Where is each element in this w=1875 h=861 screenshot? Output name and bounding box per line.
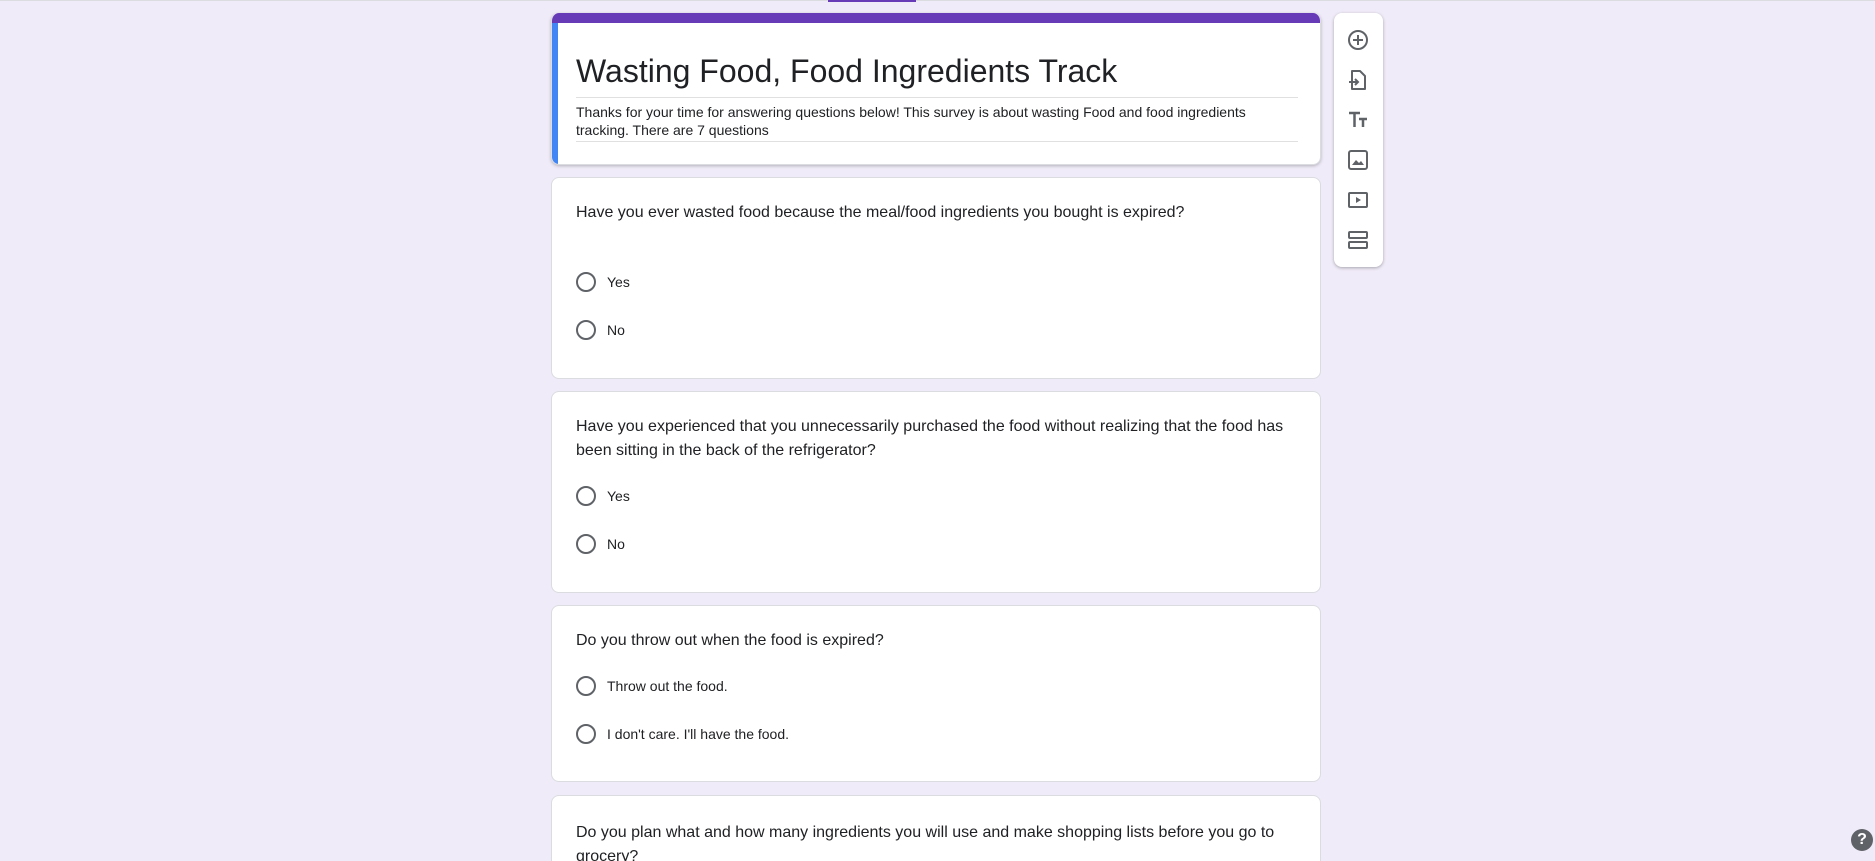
header-focus-bar [552, 23, 558, 164]
option-label: I don't care. I'll have the food. [607, 726, 790, 742]
radio-option[interactable]: Yes [576, 485, 630, 507]
radio-option[interactable]: Yes [576, 271, 630, 293]
radio-button[interactable] [576, 724, 596, 744]
add-section-icon[interactable] [1346, 228, 1370, 252]
top-divider [0, 0, 1875, 1]
question-title: Do you plan what and how many ingredient… [576, 824, 1275, 861]
radio-button[interactable] [576, 534, 596, 554]
option-label: No [607, 322, 625, 338]
floating-toolbar [1334, 13, 1383, 267]
question-card[interactable]: Do you plan what and how many ingredient… [551, 795, 1321, 861]
form-header-card[interactable]: Wasting Food, Food Ingredients Track Tha… [551, 13, 1321, 165]
form-description[interactable]: Thanks for your time for answering quest… [576, 103, 1298, 142]
option-label: Yes [607, 488, 630, 504]
active-tab-indicator [828, 0, 916, 2]
form-title[interactable]: Wasting Food, Food Ingredients Track [576, 49, 1298, 98]
radio-button[interactable] [576, 272, 596, 292]
help-icon[interactable]: ? [1851, 829, 1873, 851]
option-label: Yes [607, 274, 630, 290]
header-accent-bar [552, 13, 1320, 23]
radio-button[interactable] [576, 486, 596, 506]
question-title: Have you experienced that you unnecessar… [576, 418, 1284, 459]
add-question-icon[interactable] [1346, 28, 1370, 52]
radio-option[interactable]: Throw out the food. [576, 675, 728, 697]
question-card[interactable]: Have you ever wasted food because the me… [551, 177, 1321, 379]
question-title: Do you throw out when the food is expire… [576, 632, 884, 649]
add-video-icon[interactable] [1346, 188, 1370, 212]
add-title-icon[interactable] [1346, 108, 1370, 132]
option-label: No [607, 536, 625, 552]
question-title: Have you ever wasted food because the me… [576, 204, 1185, 221]
option-label: Throw out the food. [607, 678, 728, 694]
radio-button[interactable] [576, 676, 596, 696]
question-card[interactable]: Have you experienced that you unnecessar… [551, 391, 1321, 593]
radio-option[interactable]: No [576, 319, 625, 341]
radio-button[interactable] [576, 320, 596, 340]
import-questions-icon[interactable] [1346, 68, 1370, 92]
radio-option[interactable]: I don't care. I'll have the food. [576, 723, 789, 745]
radio-option[interactable]: No [576, 533, 625, 555]
question-card[interactable]: Do you throw out when the food is expire… [551, 605, 1321, 782]
add-image-icon[interactable] [1346, 148, 1370, 172]
